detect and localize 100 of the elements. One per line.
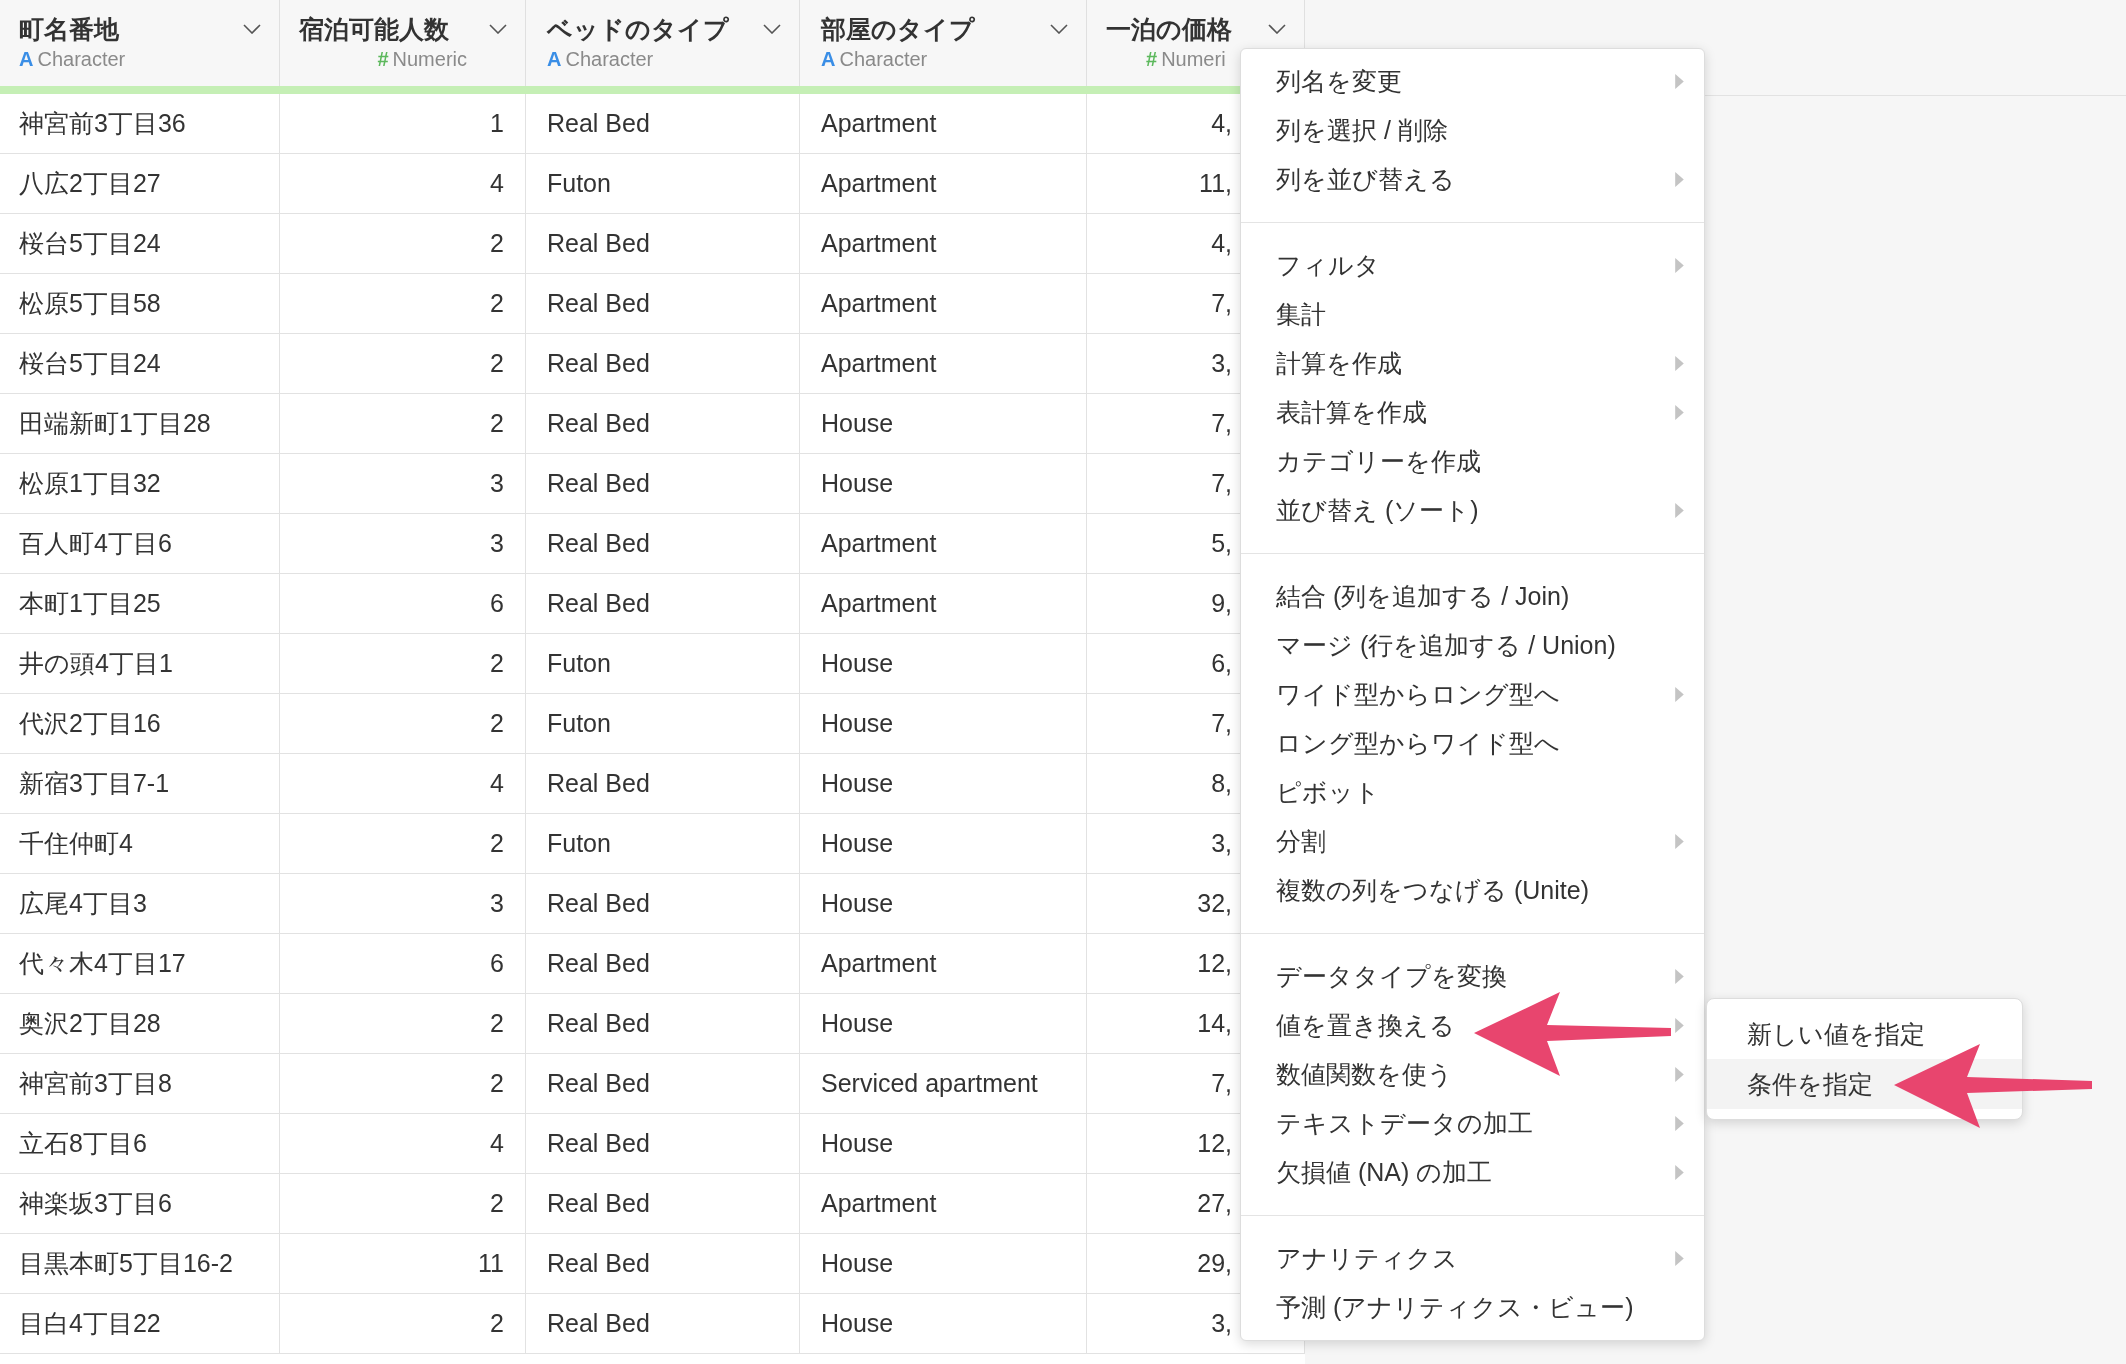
table-cell: 1 [490,109,504,138]
chevron-down-icon[interactable] [763,24,781,34]
menu-item[interactable]: 表計算を作成 [1241,388,1704,437]
submenu-triangle-icon [1675,258,1684,273]
table-cell-text: 奥沢2丁目28 [19,1008,161,1039]
table-cell: House [821,889,894,918]
table-cell: 14, [1197,1009,1232,1038]
submenu-triangle-icon [1675,1067,1684,1082]
table-cell: Apartment [821,949,937,978]
type-label: Numeri [1161,48,1226,71]
table-cell: 9, [1211,589,1232,618]
menu-item[interactable]: 集計 [1241,290,1704,339]
column-title: 部屋のタイプ [821,13,975,45]
type-label: Numeric [392,48,467,71]
type-label: Character [565,48,654,71]
menu-item[interactable]: アナリティクス [1241,1234,1704,1283]
menu-item[interactable]: 列を並び替える [1241,155,1704,204]
menu-item[interactable]: 分割 [1241,817,1704,866]
table-cell: Real Bed [547,409,650,438]
menu-item[interactable]: 新しい値を指定 [1707,1009,2022,1059]
table-cell: 3 [490,889,504,918]
chevron-down-icon[interactable] [1268,24,1286,34]
table-cell: Real Bed [547,229,650,258]
table-cell: Apartment [821,109,937,138]
table-cell-text: 広尾4丁目3 [19,888,147,919]
table-cell: 2 [490,1069,504,1098]
table-cell: 2 [490,829,504,858]
table-cell-text: 百人町4丁目6 [19,528,172,559]
table-cell: 11 [478,1249,504,1278]
table-cell: 2 [490,409,504,438]
menu-item[interactable]: 結合 (列を追加する / Join) [1241,572,1704,621]
submenu-triangle-icon [1675,1018,1684,1033]
submenu-triangle-icon [1675,172,1684,187]
table-cell: 3, [1211,349,1232,378]
table-cell: Real Bed [547,1189,650,1218]
submenu-triangle-icon [1675,687,1684,702]
table-cell: Real Bed [547,1129,650,1158]
table-cell: 3, [1211,1309,1232,1338]
table-cell: Real Bed [547,889,650,918]
table-cell: House [821,649,894,678]
table-cell: Futon [547,649,611,678]
table-cell-text: 立石8丁目6 [19,1128,147,1159]
table-cell: 4 [490,769,504,798]
table-cell-text: 松原1丁目32 [19,468,161,499]
menu-item[interactable]: マージ (行を追加する / Union) [1241,621,1704,670]
table-cell: 2 [490,349,504,378]
table-cell: Apartment [821,229,937,258]
table-cell: Real Bed [547,469,650,498]
chevron-down-icon[interactable] [489,24,507,34]
table-cell-text: 松原5丁目58 [19,288,161,319]
menu-item[interactable]: 数値関数を使う [1241,1050,1704,1099]
table-cell: 6 [490,589,504,618]
type-icon: A [821,48,836,71]
table-cell: 7, [1211,1069,1232,1098]
table-cell-text: 井の頭4丁目1 [19,648,173,679]
menu-item[interactable]: 並び替え (ソート) [1241,486,1704,535]
table-cell: Futon [547,829,611,858]
table-cell-text: 神宮前3丁目36 [19,108,186,139]
menu-item[interactable]: データタイプを変換 [1241,952,1704,1001]
menu-item[interactable]: ピボット [1241,768,1704,817]
column-title: 町名番地 [19,13,119,45]
table-cell-text: 八広2丁目27 [19,168,161,199]
menu-item[interactable]: フィルタ [1241,241,1704,290]
table-cell: 8, [1211,769,1232,798]
table-cell: 4, [1211,109,1232,138]
table-cell: Real Bed [547,349,650,378]
table-cell-text: 神宮前3丁目8 [19,1068,172,1099]
menu-item[interactable]: 列を選択 / 削除 [1241,106,1704,155]
menu-item[interactable]: 計算を作成 [1241,339,1704,388]
submenu-triangle-icon [1675,503,1684,518]
table-cell: 2 [490,1309,504,1338]
menu-item[interactable]: テキストデータの加工 [1241,1099,1704,1148]
type-label: Character [37,48,126,71]
table-cell: Real Bed [547,589,650,618]
menu-item[interactable]: カテゴリーを作成 [1241,437,1704,486]
table-cell: House [821,1129,894,1158]
menu-item[interactable]: 予測 (アナリティクス・ビュー) [1241,1283,1704,1332]
column-title: ベッドのタイプ [547,13,729,45]
chevron-down-icon[interactable] [243,24,261,34]
table-cell: 2 [490,709,504,738]
type-icon: # [1146,48,1158,71]
table-cell: 12, [1197,949,1232,978]
menu-item[interactable]: 複数の列をつなげる (Unite) [1241,866,1704,915]
submenu-triangle-icon [1675,356,1684,371]
menu-item[interactable]: 欠損値 (NA) の加工 [1241,1148,1704,1197]
chevron-down-icon[interactable] [1050,24,1068,34]
table-cell: House [821,469,894,498]
table-cell: Futon [547,169,611,198]
menu-item[interactable]: 値を置き換える [1241,1001,1704,1050]
submenu-triangle-icon [1675,1165,1684,1180]
table-cell-text: 千住仲町4 [19,828,133,859]
table-cell-text: 桜台5丁目24 [19,348,161,379]
menu-item[interactable]: ワイド型からロング型へ [1241,670,1704,719]
menu-item[interactable]: ロング型からワイド型へ [1241,719,1704,768]
type-icon: A [19,48,34,71]
type-icon: A [547,48,562,71]
table-cell: Apartment [821,589,937,618]
table-cell: House [821,409,894,438]
table-cell: Apartment [821,349,937,378]
table-cell: House [821,1249,894,1278]
